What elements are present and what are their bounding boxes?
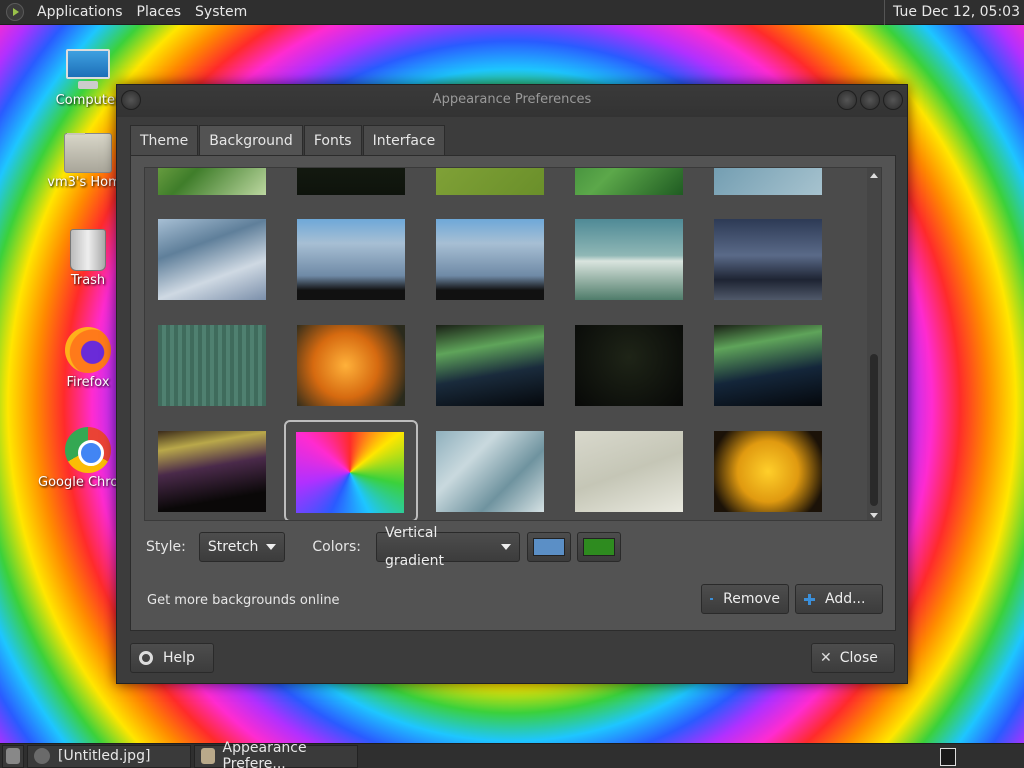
tab-bar: Theme Background Fonts Interface: [130, 125, 896, 155]
options-row: Style: Stretch Colors: Vertical gradient: [146, 525, 621, 569]
close-button[interactable]: ✕ Close: [811, 643, 895, 673]
menu-system[interactable]: System: [188, 4, 254, 20]
system-logo-icon[interactable]: [6, 3, 24, 21]
image-viewer-icon: [34, 748, 50, 764]
tab-fonts[interactable]: Fonts: [303, 125, 362, 155]
scroll-up-arrow-icon[interactable]: [870, 173, 878, 178]
taskbar-item-label: Appearance Prefere...: [222, 740, 307, 768]
trash-icon: [70, 229, 106, 271]
style-label: Style:: [146, 539, 186, 555]
wallpaper-thumbnail[interactable]: [158, 168, 266, 195]
desktop-icon-label: Firefox: [66, 375, 110, 390]
minimize-icon[interactable]: [837, 90, 857, 110]
show-desktop-icon: [6, 748, 20, 764]
firefox-icon: [65, 327, 111, 373]
workspace-switcher[interactable]: [940, 748, 956, 766]
help-button[interactable]: Help: [130, 643, 214, 673]
colors-value: Vertical gradient: [384, 525, 444, 569]
wallpaper-thumbnail[interactable]: [714, 431, 822, 512]
wallpaper-thumbnail[interactable]: [436, 431, 544, 512]
wallpaper-gallery[interactable]: [144, 167, 882, 521]
wallpaper-thumbnail[interactable]: [714, 168, 822, 195]
bottom-panel: [Untitled.jpg] Appearance Prefere...: [0, 740, 1024, 768]
wallpaper-thumbnail[interactable]: [575, 168, 683, 195]
maximize-icon[interactable]: [860, 90, 880, 110]
tab-theme[interactable]: Theme: [130, 125, 199, 155]
help-label: Help: [163, 650, 195, 666]
scrollbar-thumb[interactable]: [870, 354, 878, 506]
wallpaper-thumbnail[interactable]: [436, 325, 544, 406]
taskbar-item-label: [Untitled.jpg]: [58, 748, 151, 764]
close-window-icon[interactable]: [883, 90, 903, 110]
selected-wallpaper-frame[interactable]: [284, 420, 418, 520]
wallpaper-thumbnail[interactable]: [297, 219, 405, 300]
selected-wallpaper-thumbnail[interactable]: [296, 432, 404, 513]
window-content: Theme Background Fonts Interface Style: …: [130, 125, 896, 631]
top-panel: Applications Places System Tue Dec 12, 0…: [0, 0, 1024, 25]
colors-dropdown[interactable]: Vertical gradient: [375, 525, 520, 569]
tab-interface[interactable]: Interface: [362, 125, 446, 155]
tab-background[interactable]: Background: [199, 125, 303, 155]
wallpaper-thumbnail[interactable]: [158, 431, 266, 512]
plus-icon: [804, 593, 815, 605]
taskbar-item-appearance[interactable]: Appearance Prefere...: [194, 740, 358, 768]
remove-button[interactable]: Remove: [701, 584, 789, 614]
taskbar-item-image-viewer[interactable]: [Untitled.jpg]: [27, 744, 191, 768]
wallpaper-thumbnail[interactable]: [297, 168, 405, 195]
home-folder-icon: [64, 133, 112, 173]
get-more-backgrounds-link[interactable]: Get more backgrounds online: [147, 593, 340, 608]
appearance-preferences-icon: [201, 748, 215, 764]
wallpaper-thumbnail[interactable]: [436, 219, 544, 300]
window-menu-icon[interactable]: [121, 90, 141, 110]
wallpaper-thumbnail[interactable]: [714, 219, 822, 300]
scroll-down-arrow-icon[interactable]: [870, 513, 878, 518]
wallpaper-thumbnail[interactable]: [158, 325, 266, 406]
wallpaper-thumbnail[interactable]: [575, 219, 683, 300]
show-desktop-button[interactable]: [2, 744, 24, 768]
menu-applications[interactable]: Applications: [30, 4, 130, 20]
add-button[interactable]: Add...: [795, 584, 883, 614]
desktop-icon-label: Trash: [70, 273, 106, 288]
menu-places[interactable]: Places: [130, 4, 189, 20]
add-label: Add...: [825, 591, 866, 607]
colors-label: Colors:: [312, 539, 361, 555]
gallery-scrollbar[interactable]: [867, 168, 881, 520]
chrome-icon: [65, 427, 111, 473]
window-titlebar[interactable]: Appearance Preferences: [117, 85, 907, 117]
chevron-down-icon: [266, 544, 277, 550]
minus-icon: [710, 598, 714, 600]
style-dropdown[interactable]: Stretch: [198, 532, 286, 562]
window-title: Appearance Preferences: [432, 92, 592, 107]
close-icon: ✕: [820, 650, 832, 666]
wallpaper-thumbnail[interactable]: [714, 325, 822, 406]
style-value: Stretch: [207, 539, 259, 555]
clock[interactable]: Tue Dec 12, 05:03: [884, 0, 1020, 25]
secondary-color-button[interactable]: [576, 532, 621, 562]
remove-label: Remove: [723, 591, 780, 607]
wallpaper-thumbnail[interactable]: [297, 325, 405, 406]
secondary-color-swatch: [582, 538, 615, 556]
close-label: Close: [839, 650, 878, 666]
appearance-preferences-window: Appearance Preferences Theme Background …: [116, 84, 908, 684]
computer-icon: [64, 47, 112, 91]
wallpaper-thumbnail[interactable]: [436, 168, 544, 195]
wallpaper-thumbnail[interactable]: [575, 325, 683, 406]
wallpaper-thumbnail[interactable]: [158, 219, 266, 300]
desktop-icon-label: Computer: [55, 93, 121, 108]
help-lifebuoy-icon: [139, 651, 153, 665]
wallpaper-thumbnail[interactable]: [575, 431, 683, 512]
background-tab-panel: Style: Stretch Colors: Vertical gradient…: [130, 155, 896, 631]
chevron-down-icon: [500, 544, 511, 550]
primary-color-swatch: [532, 538, 565, 556]
primary-color-button[interactable]: [526, 532, 571, 562]
